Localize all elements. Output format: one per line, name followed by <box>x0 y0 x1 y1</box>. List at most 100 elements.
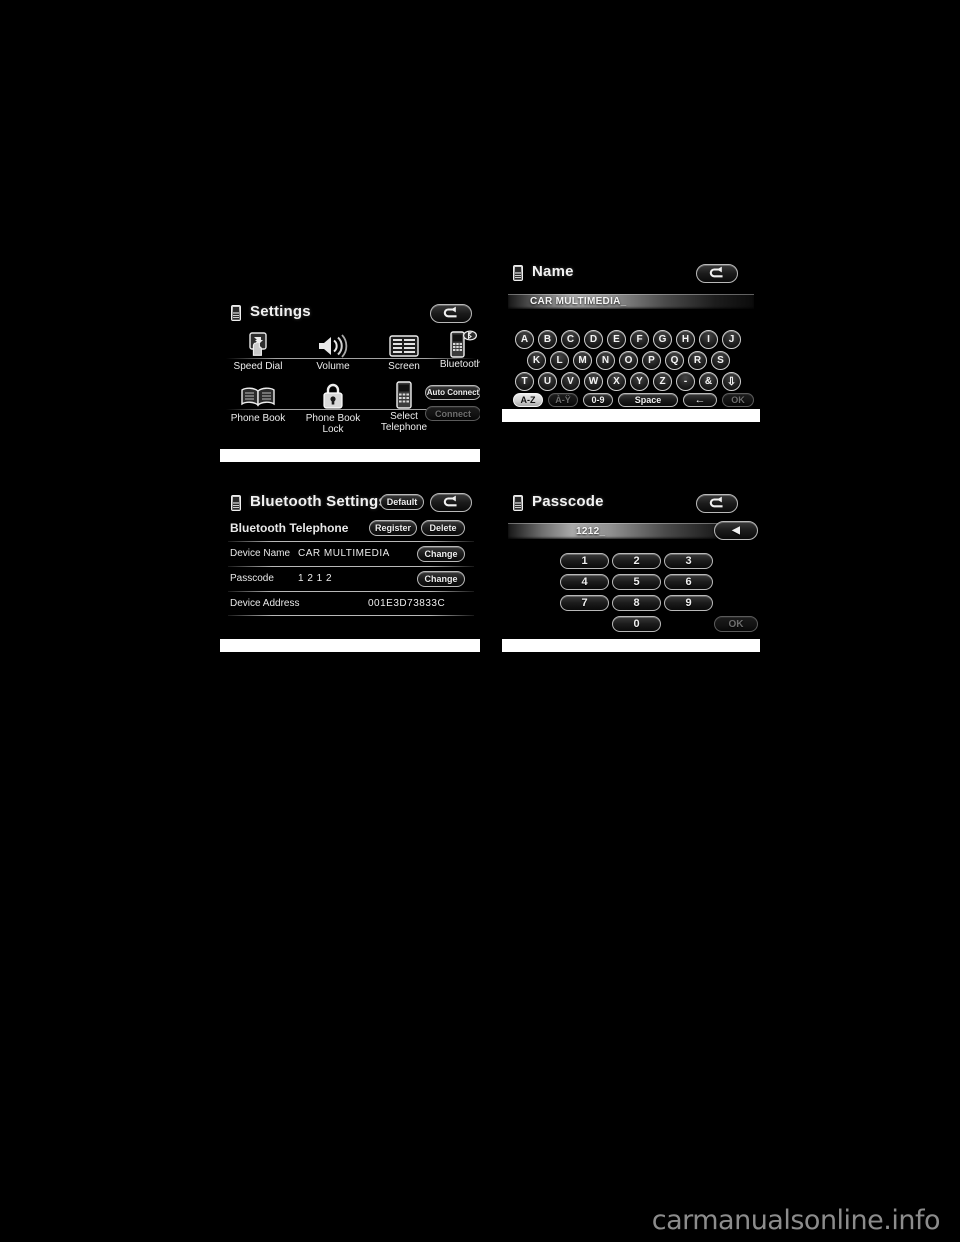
key-I[interactable]: I <box>699 330 718 349</box>
phone-icon <box>231 495 241 511</box>
row-label: Passcode <box>230 573 274 584</box>
key-K[interactable]: K <box>527 351 546 370</box>
tile-label-line1: Phone Book <box>305 413 361 424</box>
back-button[interactable] <box>696 494 738 513</box>
key-more-symbols-icon[interactable]: ⇩ <box>722 372 741 391</box>
passcode-titlebar: Passcode <box>502 490 760 518</box>
tile-label-line2: Lock <box>322 424 344 435</box>
row-label: Device Name <box>230 548 291 559</box>
table-row: Device Address 001E3D73833C <box>220 592 480 616</box>
key-Y[interactable]: Y <box>630 372 649 391</box>
key-8[interactable]: 8 <box>612 595 661 611</box>
passcode-screen: Passcode 1212 _ ◀ 1 2 3 4 5 6 7 8 9 0 OK <box>502 490 760 652</box>
key-E[interactable]: E <box>607 330 626 349</box>
page-title: Name <box>532 263 574 280</box>
lock-icon <box>321 382 345 415</box>
passcode-ok-button[interactable]: OK <box>714 616 758 632</box>
tile-label: Speed Dial <box>233 361 283 372</box>
change-device-name-button[interactable]: Change <box>417 546 465 562</box>
page-title: Bluetooth Settings <box>250 493 387 510</box>
key-P[interactable]: P <box>642 351 661 370</box>
key-Z[interactable]: Z <box>653 372 672 391</box>
key-C[interactable]: C <box>561 330 580 349</box>
table-row: Bluetooth Telephone Register Delete <box>220 517 480 542</box>
volume-icon <box>316 334 350 363</box>
ok-button[interactable]: OK <box>722 393 754 407</box>
delete-button[interactable]: Delete <box>421 520 465 536</box>
bluetooth-settings-titlebar: Bluetooth Settings Default <box>220 490 480 518</box>
key-3[interactable]: 3 <box>664 553 713 569</box>
key-M[interactable]: M <box>573 351 592 370</box>
key-B[interactable]: B <box>538 330 557 349</box>
key-A[interactable]: A <box>515 330 534 349</box>
back-button[interactable] <box>430 304 472 323</box>
phone-icon <box>513 495 523 511</box>
key-7[interactable]: 7 <box>560 595 609 611</box>
screen-bezel <box>502 639 760 652</box>
key-G[interactable]: G <box>653 330 672 349</box>
screen-bezel <box>220 639 480 652</box>
key-W[interactable]: W <box>584 372 603 391</box>
key-L[interactable]: L <box>550 351 569 370</box>
change-passcode-button[interactable]: Change <box>417 571 465 587</box>
screen-bezel <box>220 449 480 462</box>
default-button[interactable]: Default <box>380 494 424 510</box>
screen-icon <box>389 335 419 362</box>
key-hyphen[interactable]: - <box>676 372 695 391</box>
key-N[interactable]: N <box>596 351 615 370</box>
name-titlebar: Name <box>502 260 760 288</box>
key-U[interactable]: U <box>538 372 557 391</box>
backspace-button[interactable]: ← <box>683 393 717 407</box>
connect-button[interactable]: Connect <box>425 406 480 421</box>
key-6[interactable]: 6 <box>664 574 713 590</box>
tile-label: Bluetooth <box>439 359 480 370</box>
key-T[interactable]: T <box>515 372 534 391</box>
passcode-delete-button[interactable]: ◀ <box>714 521 758 540</box>
key-V[interactable]: V <box>561 372 580 391</box>
row-label: Bluetooth Telephone <box>230 521 349 535</box>
key-2[interactable]: 2 <box>612 553 661 569</box>
key-ampersand[interactable]: & <box>699 372 718 391</box>
auto-connect-button[interactable]: Auto Connect <box>425 385 480 400</box>
key-H[interactable]: H <box>676 330 695 349</box>
watermark: carmanualsonline.info <box>651 1205 941 1236</box>
back-button[interactable] <box>696 264 738 283</box>
key-9[interactable]: 9 <box>664 595 713 611</box>
phone-book-icon <box>240 386 276 413</box>
key-1[interactable]: 1 <box>560 553 609 569</box>
key-4[interactable]: 4 <box>560 574 609 590</box>
name-input-value: CAR MULTIMEDIA _ <box>530 294 627 309</box>
key-S[interactable]: S <box>711 351 730 370</box>
key-F[interactable]: F <box>630 330 649 349</box>
row-value: CAR MULTIMEDIA <box>298 548 390 559</box>
settings-titlebar: Settings <box>220 300 480 328</box>
register-button[interactable]: Register <box>369 520 417 536</box>
back-arrow-icon <box>709 496 723 507</box>
space-button[interactable]: Space <box>618 393 678 407</box>
key-R[interactable]: R <box>688 351 707 370</box>
key-O[interactable]: O <box>619 351 638 370</box>
text-caret: _ <box>599 525 606 537</box>
screen-bezel <box>502 409 760 422</box>
select-telephone-icon <box>393 380 415 415</box>
key-0[interactable]: 0 <box>612 616 661 632</box>
bluetooth-settings-screen: Bluetooth Settings Default Bluetooth Tel… <box>220 490 480 652</box>
mode-numeric-button[interactable]: 0-9 <box>583 393 613 407</box>
key-J[interactable]: J <box>722 330 741 349</box>
back-button[interactable] <box>430 493 472 512</box>
page-title: Passcode <box>532 493 604 510</box>
name-input[interactable]: CAR MULTIMEDIA _ <box>508 294 754 309</box>
key-X[interactable]: X <box>607 372 626 391</box>
page-title: Settings <box>250 303 311 320</box>
mode-az-button[interactable]: A-Z <box>513 393 543 407</box>
back-arrow-icon <box>709 266 723 277</box>
settings-screen: Settings Speed Dial Volume Screen Blueto… <box>220 300 480 462</box>
key-Q[interactable]: Q <box>665 351 684 370</box>
passcode-input-text: 1212 <box>576 525 600 537</box>
table-row: Device Name CAR MULTIMEDIA Change <box>220 542 480 567</box>
tile-label: Phone Book <box>230 413 286 424</box>
back-arrow-icon <box>443 306 457 317</box>
mode-accent-button[interactable]: À-Ÿ <box>548 393 578 407</box>
key-5[interactable]: 5 <box>612 574 661 590</box>
key-D[interactable]: D <box>584 330 603 349</box>
